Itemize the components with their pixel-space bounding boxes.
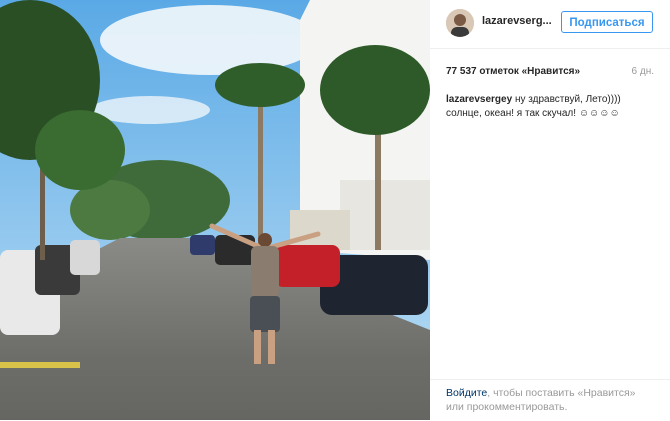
likes-count[interactable]: 77 537 отметок «Нравится»	[446, 66, 580, 77]
caption-username[interactable]: lazarevsergey	[446, 94, 512, 105]
post-header: lazarevserg... Подписаться	[430, 0, 670, 49]
post-caption: lazarevsergey ну здравствуй, Лето)))) со…	[446, 93, 656, 121]
username-link[interactable]: lazarevserg...	[482, 15, 552, 27]
avatar[interactable]	[446, 9, 474, 37]
follow-button[interactable]: Подписаться	[561, 11, 653, 33]
street-palm-photo	[0, 0, 430, 420]
post-date[interactable]: 6 дн.	[632, 66, 654, 77]
post-side-panel: lazarevserg... Подписаться 77 537 отмето…	[430, 0, 670, 420]
login-link[interactable]: Войдите	[446, 387, 487, 399]
login-prompt: Войдите, чтобы поставить «Нравится» или …	[446, 386, 656, 414]
comment-footer: Войдите, чтобы поставить «Нравится» или …	[430, 379, 670, 421]
post-photo[interactable]	[0, 0, 430, 420]
user-avatar-icon	[446, 9, 474, 37]
